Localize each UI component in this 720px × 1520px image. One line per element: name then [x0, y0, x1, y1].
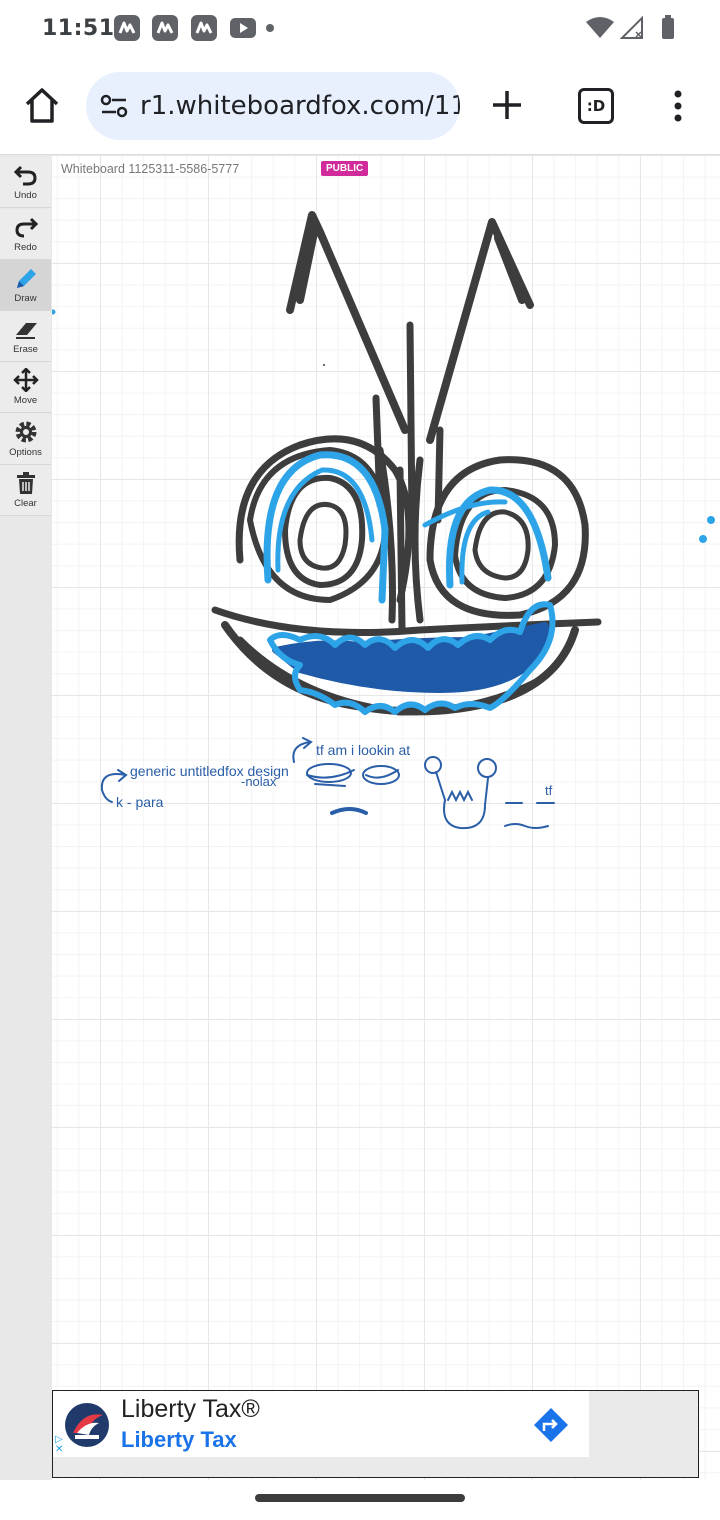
trash-icon	[17, 472, 35, 494]
draw-label: Draw	[14, 293, 37, 304]
annotation-text-4: k - para	[116, 794, 164, 810]
tool-sidebar: Undo Redo Draw Erase Move Options Clear	[0, 155, 52, 1480]
redo-label: Redo	[14, 242, 37, 253]
options-label: Options	[9, 447, 42, 458]
move-label: Move	[13, 395, 38, 406]
ad-banner[interactable]: Liberty Tax® Liberty Tax ▷ ✕	[52, 1390, 699, 1478]
undo-icon	[13, 165, 37, 186]
undo-label: Undo	[14, 190, 37, 201]
liberty-tax-logo-icon	[65, 1403, 109, 1447]
ad-subtitle[interactable]: Liberty Tax	[121, 1427, 237, 1453]
ad-content[interactable]: Liberty Tax® Liberty Tax	[53, 1391, 589, 1457]
move-icon	[13, 368, 39, 392]
home-gesture-handle[interactable]	[255, 1494, 465, 1502]
move-button[interactable]: Move	[0, 362, 51, 413]
fox-drawing	[50, 211, 715, 716]
annotation-text-3: -nolax	[241, 774, 277, 789]
navigation-bar	[0, 1480, 720, 1520]
directions-icon[interactable]	[533, 1407, 569, 1448]
draw-button[interactable]: Draw	[0, 260, 51, 311]
whiteboard-drawing: tf am i lookin at generic untitledfox de…	[50, 211, 715, 830]
redo-icon	[15, 217, 39, 238]
gear-icon	[15, 421, 37, 443]
erase-button[interactable]: Erase	[0, 311, 51, 362]
undo-button[interactable]: Undo	[0, 157, 51, 208]
redo-button[interactable]: Redo	[0, 209, 51, 260]
ad-title[interactable]: Liberty Tax®	[121, 1395, 260, 1424]
erase-label: Erase	[13, 344, 38, 355]
eraser-icon	[16, 323, 37, 339]
annotation-text-1: tf am i lookin at	[316, 742, 410, 758]
pencil-icon	[17, 269, 36, 288]
clear-label: Clear	[14, 498, 37, 509]
annotation-text-5: tf	[545, 783, 553, 798]
clear-button[interactable]: Clear	[0, 465, 51, 516]
options-button[interactable]: Options	[0, 414, 51, 465]
ad-choices-icon[interactable]: ▷ ✕	[55, 1435, 63, 1455]
